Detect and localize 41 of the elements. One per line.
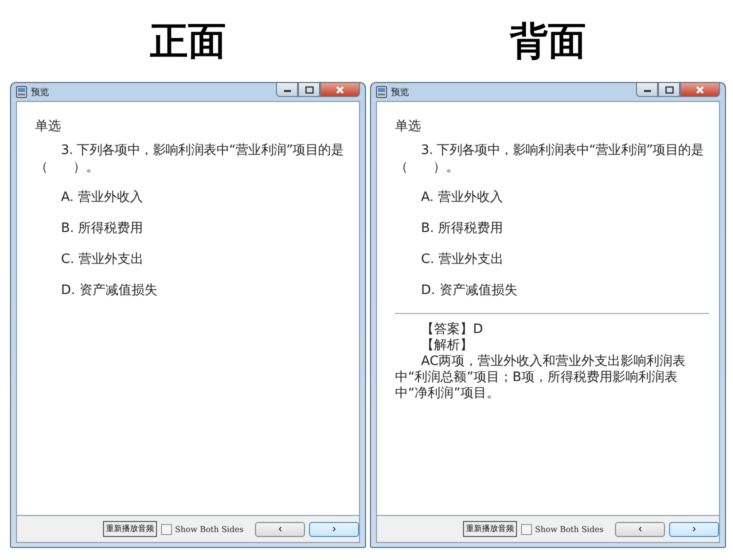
question-text: 3. 下列各项中，影响利润表中“营业利润”项目的是（ ）。 bbox=[35, 142, 345, 176]
close-icon bbox=[695, 86, 705, 94]
previous-button[interactable]: ‹ bbox=[615, 522, 666, 536]
panel-heading: 正面 bbox=[150, 17, 226, 65]
next-button[interactable]: › bbox=[309, 522, 359, 536]
answer-option: D. 资产减值损失 bbox=[35, 282, 345, 299]
close-button[interactable] bbox=[680, 83, 720, 97]
answer-option: B. 所得税费用 bbox=[395, 220, 705, 237]
answer-option: A. 营业外收入 bbox=[395, 189, 705, 206]
maximize-button[interactable] bbox=[658, 83, 680, 97]
question-text: 3. 下列各项中，影响利润表中“营业利润”项目的是（ ）。 bbox=[395, 142, 705, 176]
window-title: 预览 bbox=[31, 86, 49, 98]
maximize-icon bbox=[304, 86, 314, 94]
maximize-button[interactable] bbox=[298, 83, 320, 97]
close-button[interactable] bbox=[320, 83, 360, 97]
answer-option: C. 营业外支出 bbox=[395, 251, 705, 268]
app-icon bbox=[16, 86, 27, 98]
window-title: 预览 bbox=[391, 86, 409, 98]
explanation-label: 【解析】 bbox=[420, 338, 474, 354]
panel-heading: 背面 bbox=[510, 17, 586, 65]
answer-option: B. 所得税费用 bbox=[35, 220, 345, 237]
next-button[interactable]: › bbox=[669, 522, 719, 536]
show-both-sides-checkbox[interactable] bbox=[521, 524, 532, 534]
show-both-sides-label: Show Both Sides bbox=[175, 524, 244, 534]
show-both-sides-label: Show Both Sides bbox=[535, 524, 604, 534]
minimize-button[interactable] bbox=[276, 83, 298, 97]
answer-option: A. 营业外收入 bbox=[35, 189, 345, 206]
previous-button[interactable]: ‹ bbox=[255, 522, 306, 536]
answer-text: 【答案】D bbox=[420, 322, 484, 338]
answer-option: C. 营业外支出 bbox=[35, 251, 345, 268]
replay-audio-button[interactable]: 重新播放音频 bbox=[463, 521, 517, 537]
minimize-button[interactable] bbox=[636, 83, 658, 97]
explanation-text: AC两项，营业外收入和营业外支出影响利润表中“利润总额”项目；B项，所得税费用影响利润表中“净利润”项目。 bbox=[395, 354, 687, 402]
maximize-icon bbox=[664, 86, 674, 94]
app-icon bbox=[376, 86, 387, 98]
question-type: 单选 bbox=[35, 118, 62, 135]
answer-option: D. 资产减值损失 bbox=[395, 282, 705, 299]
replay-audio-button[interactable]: 重新播放音频 bbox=[103, 521, 157, 537]
question-type: 单选 bbox=[395, 118, 422, 135]
show-both-sides-checkbox[interactable] bbox=[161, 524, 172, 534]
close-icon bbox=[335, 86, 345, 94]
